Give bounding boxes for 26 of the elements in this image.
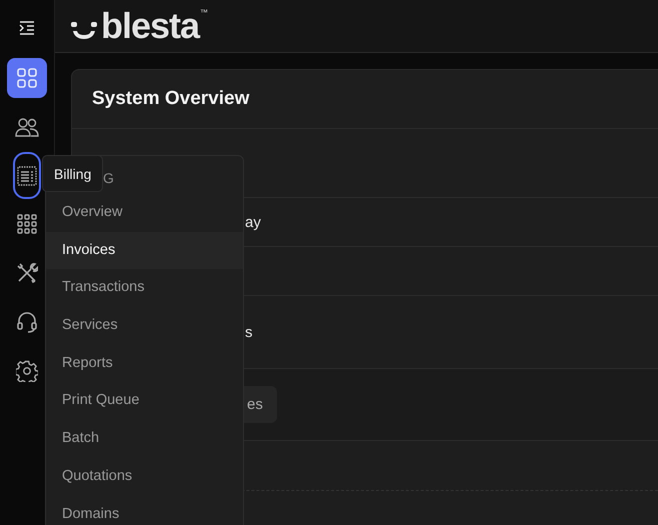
menu-item[interactable]: Services	[46, 307, 243, 345]
card-title: System Overview	[72, 70, 658, 129]
menu-item[interactable]: Quotations	[46, 458, 243, 496]
dashboard-icon	[16, 67, 38, 89]
menu-item[interactable]: Overview	[46, 194, 243, 232]
smile-logo-icon	[71, 21, 97, 39]
users-icon	[15, 117, 39, 137]
sidebar-button[interactable]	[13, 152, 41, 199]
menu-item[interactable]: Domains	[46, 496, 243, 525]
tooltip: Billing	[42, 155, 104, 192]
row-label: ay	[245, 214, 261, 230]
menu-item[interactable]: Transactions	[46, 269, 243, 308]
sidebar-button[interactable]	[7, 58, 47, 98]
billing-icon	[17, 166, 37, 186]
settings-icon	[16, 360, 38, 382]
logo-text: blesta	[101, 8, 200, 44]
headset-icon	[17, 311, 37, 333]
menu-icon	[19, 21, 35, 35]
row-label: s	[245, 324, 252, 340]
menu-item[interactable]: Invoices	[46, 232, 243, 270]
menu-heading: G	[103, 170, 114, 186]
tools-icon	[16, 262, 38, 284]
trademark: ™	[200, 8, 208, 17]
menu-item[interactable]: Batch	[46, 420, 243, 458]
menu-item[interactable]: Reports	[46, 344, 243, 382]
apps-grid-icon	[17, 214, 37, 234]
